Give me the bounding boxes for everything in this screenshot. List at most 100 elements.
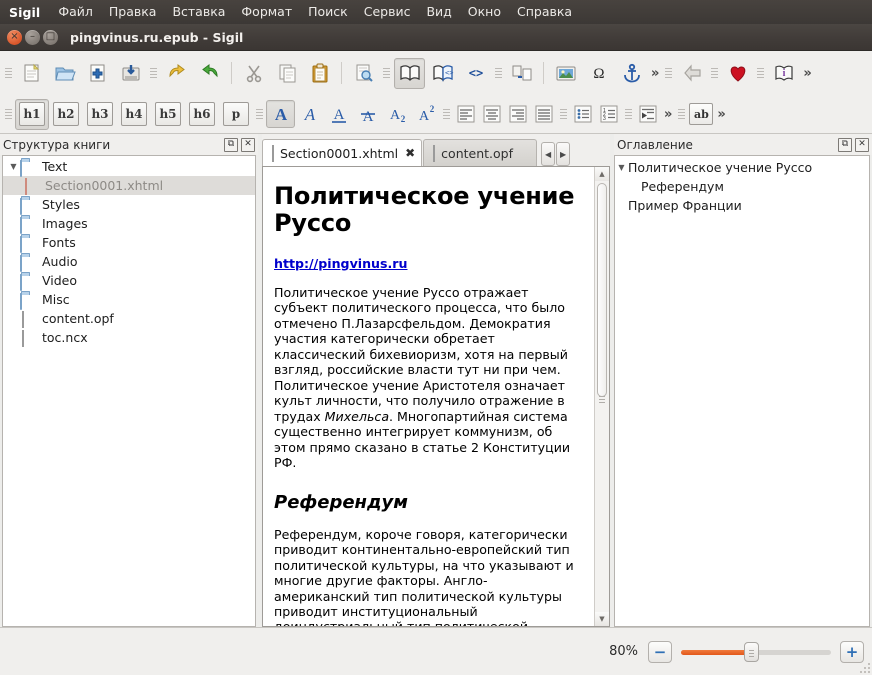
add-file-icon[interactable] [82,58,113,89]
heading-p-button[interactable]: p [219,99,253,130]
heading-h6-button[interactable]: h6 [185,99,219,130]
align-right-icon[interactable] [505,102,531,126]
heading-h2-button[interactable]: h2 [49,99,83,130]
align-center-icon[interactable] [479,102,505,126]
book-browser-tree[interactable]: ▼ Text Section0001.xhtml ▸ Styles ▸ Imag… [2,155,256,627]
bold-icon[interactable]: A [266,100,295,128]
scroll-up-icon[interactable]: ▲ [595,167,609,181]
heading-h5-button[interactable]: h5 [151,99,185,130]
tree-item-video[interactable]: ▸ Video [3,271,255,290]
subscript-icon[interactable]: A2 [382,100,411,128]
menu-item-insert[interactable]: Вставка [164,0,233,24]
bullet-list-icon[interactable] [570,102,596,126]
menu-item-help[interactable]: Справка [509,0,580,24]
toc-list[interactable]: ▼ Политическое учение Руссо Референдум П… [614,155,870,627]
toc-entry-referendum[interactable]: Референдум [615,177,869,196]
menu-item-format[interactable]: Формат [233,0,300,24]
back-arrow-icon[interactable] [676,58,707,89]
indent-drag-handle[interactable] [625,104,632,124]
resize-grip[interactable] [858,661,870,673]
tab-section0001[interactable]: Section0001.xhtml ✖ [262,139,422,166]
chevron-down-icon[interactable]: ▼ [7,162,20,171]
document-vertical-scrollbar[interactable]: ▲ ▼ [594,167,609,626]
split-view-icon[interactable]: <> [427,58,458,89]
document-view[interactable]: Политическое учение Руссо http://pingvin… [262,166,610,627]
toolbar-drag-handle-7[interactable] [757,63,764,83]
save-icon[interactable] [115,58,146,89]
tab-scroll-right-icon[interactable]: ▶ [556,142,570,166]
heading-h1-button[interactable]: h1 [15,99,49,130]
window-close-button[interactable]: × [7,30,22,45]
toolbar-drag-handle-2[interactable] [150,63,157,83]
align-drag-handle[interactable] [443,104,450,124]
new-file-icon[interactable] [16,58,47,89]
tree-item-text[interactable]: ▼ Text [3,157,255,176]
tab-content-opf[interactable]: content.opf ✖ [423,139,537,166]
zoom-slider[interactable] [681,641,831,663]
window-maximize-button[interactable]: □ [43,30,58,45]
toolbar-drag-handle-5[interactable] [665,63,672,83]
menu-item-edit[interactable]: Правка [101,0,165,24]
zoom-out-button[interactable]: − [648,641,672,663]
tree-item-fonts[interactable]: ▸ Fonts [3,233,255,252]
undo-icon[interactable] [161,58,192,89]
undock-icon[interactable]: ⧉ [224,138,238,152]
underline-icon[interactable]: A [324,100,353,128]
tree-item-section0001[interactable]: Section0001.xhtml [3,176,255,195]
menu-item-search[interactable]: Поиск [300,0,356,24]
document-link[interactable]: http://pingvinus.ru [274,256,407,271]
copy-icon[interactable] [271,58,302,89]
scrollbar-thumb[interactable] [597,183,607,397]
format-drag-handle[interactable] [256,104,263,124]
zoom-in-button[interactable]: + [840,641,864,663]
paste-icon[interactable] [304,58,335,89]
split-at-cursor-icon[interactable] [506,58,537,89]
tree-item-images[interactable]: ▸ Images [3,214,255,233]
close-panel-icon[interactable]: ✕ [855,138,869,152]
toolbar-overflow-2[interactable]: » [661,107,675,122]
cut-icon[interactable] [238,58,269,89]
numbered-list-icon[interactable]: 123 [596,102,622,126]
tree-item-content-opf[interactable]: ▸ content.opf [3,309,255,328]
document-content[interactable]: Политическое учение Руссо http://pingvin… [263,167,594,626]
close-tab-icon[interactable]: ✖ [405,146,415,160]
toc-entry-france[interactable]: Пример Франции [615,196,869,215]
decrease-indent-icon[interactable] [635,102,661,126]
undock-icon[interactable]: ⧉ [838,138,852,152]
toolbar-drag-handle-4[interactable] [495,63,502,83]
tree-item-styles[interactable]: ▸ Styles [3,195,255,214]
print-preview-icon[interactable] [348,58,379,89]
toolbar-overflow-1b[interactable]: » [800,66,814,81]
toolbar-overflow-1[interactable]: » [648,66,662,81]
lists-drag-handle[interactable] [560,104,567,124]
slider-thumb[interactable] [744,642,759,662]
book-view-icon[interactable] [394,58,425,89]
toolbar-drag-handle[interactable] [5,63,12,83]
insert-image-icon[interactable] [550,58,581,89]
tree-item-toc-ncx[interactable]: ▸ toc.ncx [3,328,255,347]
code-view-icon[interactable]: <> [460,58,491,89]
toolbar-drag-handle-6[interactable] [711,63,718,83]
menu-item-view[interactable]: Вид [418,0,459,24]
heart-icon[interactable] [722,58,753,89]
toolbar-overflow-2b[interactable]: » [714,107,728,122]
toc-entry-rousseau[interactable]: ▼ Политическое учение Руссо [615,158,869,177]
tree-item-misc[interactable]: ▸ Misc [3,290,255,309]
scroll-down-icon[interactable]: ▼ [595,612,609,626]
insert-anchor-icon[interactable] [616,58,647,89]
redo-icon[interactable] [194,58,225,89]
menu-item-tools[interactable]: Сервис [356,0,419,24]
spellcheck-drag-handle[interactable] [678,104,685,124]
strikethrough-icon[interactable]: A [353,100,382,128]
italic-icon[interactable]: A [295,100,324,128]
menu-item-file[interactable]: Файл [50,0,101,24]
metadata-editor-icon[interactable]: i [768,58,799,89]
toolbar-drag-handle-3[interactable] [383,63,390,83]
heading-h3-button[interactable]: h3 [83,99,117,130]
insert-special-character-icon[interactable]: Ω [583,58,614,89]
open-folder-icon[interactable] [49,58,80,89]
align-left-icon[interactable] [453,102,479,126]
superscript-icon[interactable]: A2 [411,100,440,128]
tree-item-audio[interactable]: ▸ Audio [3,252,255,271]
tab-scroll-left-icon[interactable]: ◀ [541,142,555,166]
